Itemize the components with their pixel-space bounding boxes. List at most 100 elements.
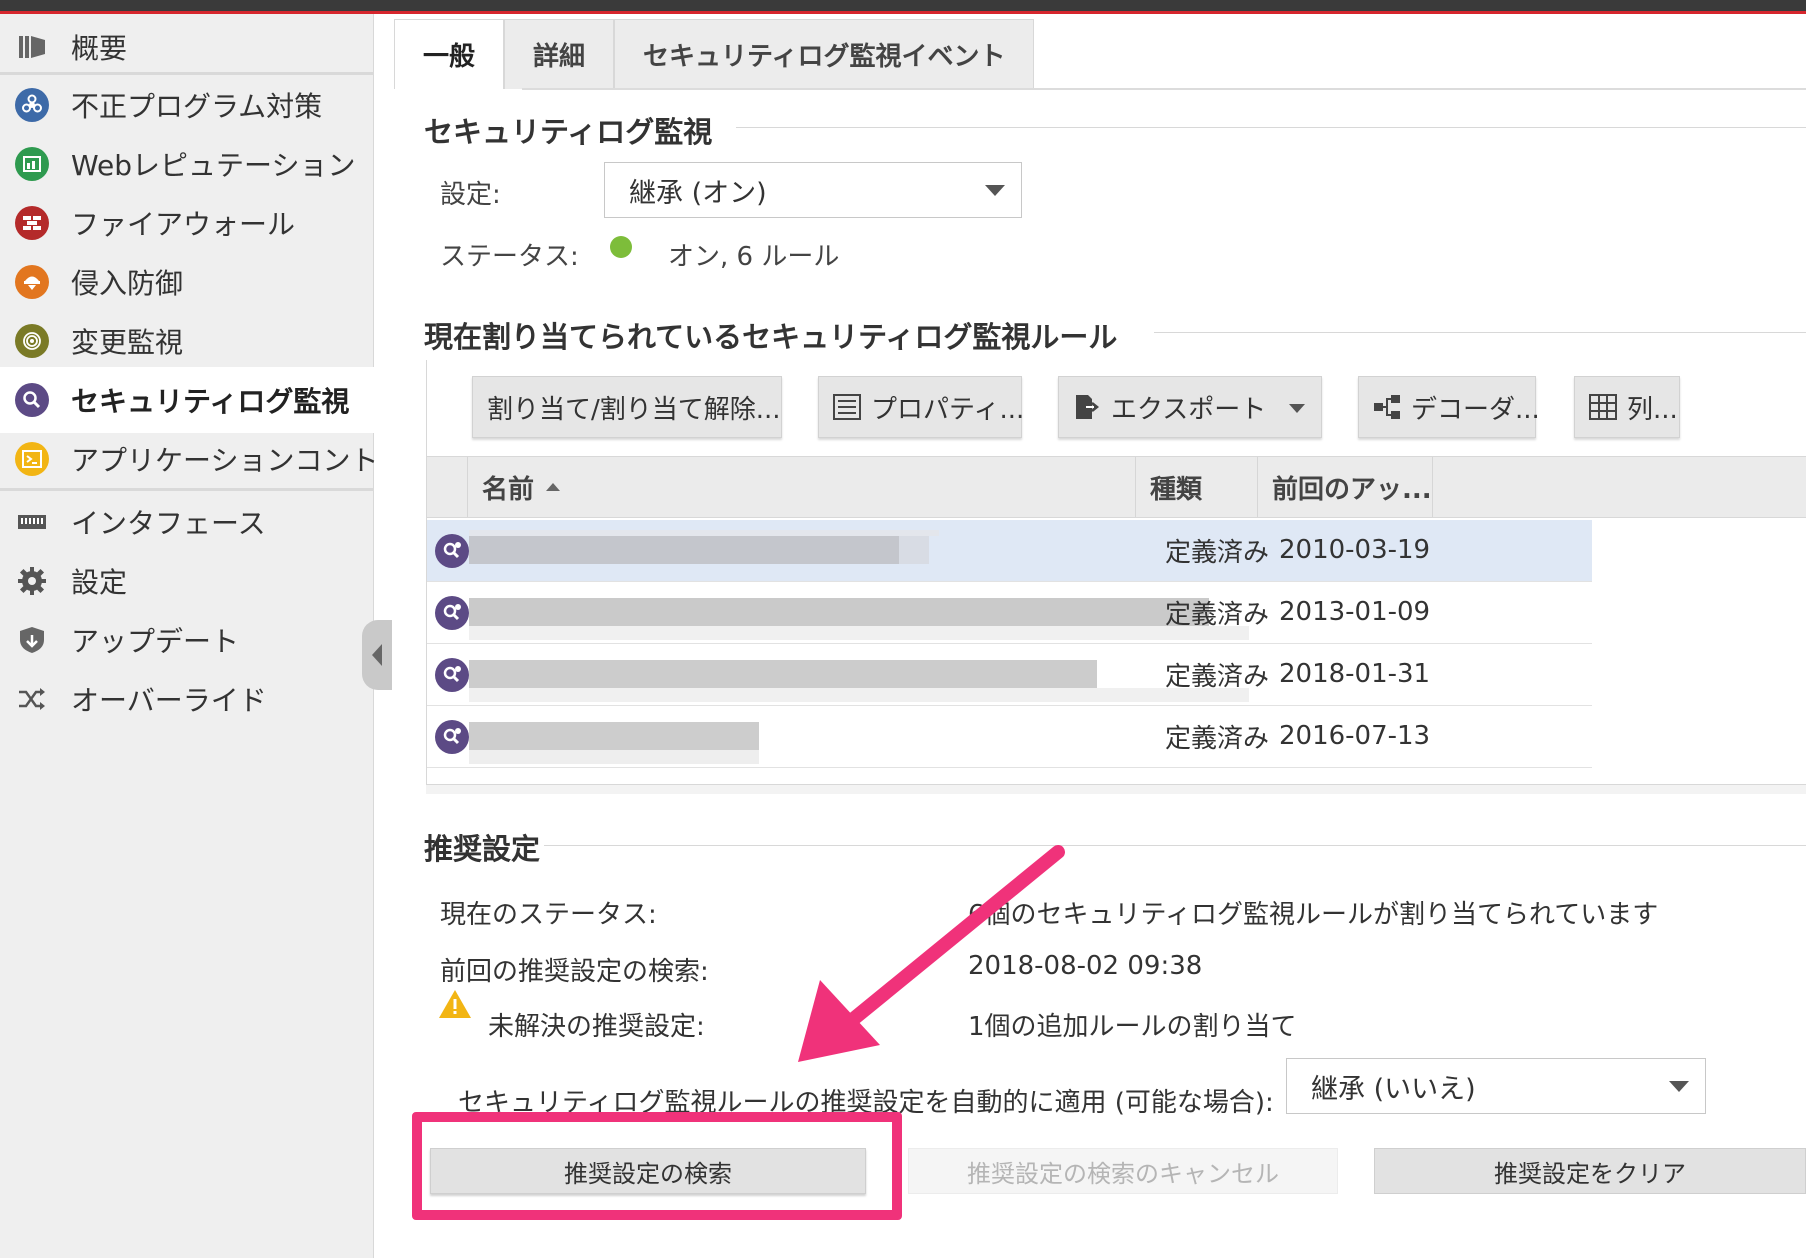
sidebar-item-integrity-monitoring[interactable]: 変更監視 (0, 308, 374, 374)
export-button[interactable]: エクスポート (1058, 376, 1322, 438)
rule-last-update: 2018-01-31 (1279, 659, 1431, 689)
export-label: エクスポート (1111, 394, 1267, 425)
annotation-highlight-box (412, 1112, 902, 1220)
current-status-value: 6個のセキュリティログ監視ルールが割り当てられています (968, 900, 1659, 930)
divider (544, 845, 1806, 846)
assign-unassign-label: 割り当て/割り当て解除... (487, 394, 781, 425)
web-reputation-icon (15, 147, 49, 181)
column-header-label: 種類 (1150, 474, 1203, 505)
clear-recommendations-button[interactable]: 推奨設定をクリア (1374, 1148, 1806, 1194)
status-label: ステータス: (440, 242, 579, 272)
redacted-rule-name (469, 644, 1269, 704)
rule-type: 定義済み (1165, 723, 1270, 754)
table-row[interactable]: 定義済み 2018-01-31 (427, 644, 1592, 706)
rules-table-header: 名前 種類 前回のアッ... (427, 456, 1806, 518)
rule-last-update: 2013-01-09 (1279, 597, 1431, 627)
rule-icon (435, 596, 469, 630)
sidebar-item-label: アプリケーションコント (71, 444, 379, 477)
decoders-label: デコーダ... (1411, 394, 1540, 425)
rule-icon (435, 534, 469, 568)
redacted-rule-name (469, 582, 1269, 642)
columns-button[interactable]: 列... (1574, 376, 1680, 438)
sidebar-item-updates[interactable]: アップデート (0, 607, 374, 673)
sidebar-item-overview[interactable]: 概要 (0, 14, 374, 80)
section-title-log-inspection: セキュリティログ監視 (424, 115, 713, 149)
intrusion-prevention-icon (15, 265, 49, 299)
column-header-name[interactable]: 名前 (467, 457, 1135, 517)
tab-bar: 一般 詳細 セキュリティログ監視イベント (394, 19, 1035, 89)
tab-details[interactable]: 詳細 (504, 19, 615, 89)
table-row[interactable]: 定義済み 2013-01-09 (427, 582, 1592, 644)
interface-icon (15, 505, 49, 539)
sidebar-item-application-control[interactable]: アプリケーションコント (0, 426, 378, 492)
warning-icon (439, 990, 471, 1018)
unresolved-label: 未解決の推奨設定: (488, 1012, 705, 1042)
status-indicator-icon (610, 236, 632, 258)
auto-apply-select-value: 継承 (いいえ) (1311, 1073, 1476, 1105)
auto-apply-select[interactable]: 継承 (いいえ) (1286, 1058, 1706, 1114)
column-header-type[interactable]: 種類 (1135, 457, 1257, 517)
firewall-icon (15, 206, 49, 240)
assign-unassign-button[interactable]: 割り当て/割り当て解除... (472, 376, 782, 438)
decoders-button[interactable]: デコーダ... (1358, 376, 1540, 438)
list-icon (833, 393, 861, 421)
rule-icon (435, 720, 469, 754)
sidebar-item-label: ファイアウォール (71, 208, 296, 241)
divider (736, 127, 1806, 128)
export-icon (1073, 393, 1101, 421)
redacted-rule-name (469, 706, 1269, 766)
sidebar-item-overrides[interactable]: オーバーライド (0, 666, 374, 732)
sidebar-item-intrusion-prevention[interactable]: 侵入防御 (0, 249, 374, 315)
sidebar-item-label: 概要 (71, 32, 128, 65)
rules-panel-footer (426, 784, 1806, 794)
section-title-assigned-rules: 現在割り当てられているセキュリティログ監視ルール (424, 320, 1118, 354)
annotation-arrow-icon (798, 845, 1065, 1062)
sidebar: 概要 不正プログラム対策 Webレピュテーション ファイアウォール 侵入防御 変… (0, 14, 378, 1258)
properties-button[interactable]: プロパティ... (818, 376, 1025, 438)
properties-label: プロパティ... (871, 394, 1025, 425)
biohazard-icon (15, 88, 49, 122)
table-row[interactable]: 定義済み 2010-03-19 (427, 520, 1592, 582)
setting-label: 設定: (440, 180, 501, 210)
rule-type: 定義済み (1165, 537, 1270, 568)
terminal-icon (15, 442, 49, 476)
sidebar-item-settings[interactable]: 設定 (0, 548, 374, 614)
sidebar-item-label: インタフェース (71, 507, 266, 540)
sidebar-collapse-handle[interactable] (362, 620, 392, 690)
table-row[interactable]: 定義済み 2016-07-13 (427, 706, 1592, 768)
sidebar-item-label: 不正プログラム対策 (71, 90, 323, 123)
cancel-scan-button[interactable]: 推奨設定の検索のキャンセル (908, 1148, 1338, 1194)
columns-grid-icon (1589, 393, 1617, 421)
chevron-left-icon (372, 644, 382, 666)
column-header-last-update[interactable]: 前回のアッ... (1257, 457, 1433, 517)
column-header-label: 名前 (482, 474, 535, 505)
sidebar-item-log-inspection[interactable]: セキュリティログ監視 (0, 367, 374, 433)
tab-log-events[interactable]: セキュリティログ監視イベント (614, 19, 1035, 89)
sidebar-item-firewall[interactable]: ファイアウォール (0, 190, 374, 256)
update-shield-icon (15, 623, 49, 657)
current-status-label: 現在のステータス: (440, 900, 657, 930)
rule-last-update: 2016-07-13 (1279, 721, 1431, 751)
sidebar-item-label: Webレピュテーション (71, 149, 356, 182)
sidebar-item-label: オーバーライド (71, 684, 267, 717)
divider (1154, 332, 1806, 333)
sidebar-item-label: 侵入防御 (71, 267, 184, 300)
setting-select-value: 継承 (オン) (629, 177, 767, 209)
redacted-rule-name (469, 520, 1269, 580)
sidebar-item-anti-malware[interactable]: 不正プログラム対策 (0, 72, 374, 138)
columns-label: 列... (1627, 394, 1678, 425)
chevron-down-icon (1669, 1081, 1689, 1092)
rule-type: 定義済み (1165, 661, 1270, 692)
rule-last-update: 2010-03-19 (1279, 535, 1431, 565)
dashboard-icon (15, 30, 49, 64)
sidebar-item-interfaces[interactable]: インタフェース (0, 489, 374, 555)
fingerprint-icon (15, 324, 49, 358)
top-bar (0, 0, 1806, 14)
tab-general[interactable]: 一般 (394, 19, 505, 89)
rule-type: 定義済み (1165, 599, 1270, 630)
chevron-down-icon (985, 185, 1005, 196)
sidebar-item-label: アップデート (71, 625, 240, 658)
setting-select[interactable]: 継承 (オン) (604, 162, 1022, 218)
chevron-down-icon (1289, 404, 1305, 413)
sidebar-item-web-reputation[interactable]: Webレピュテーション (0, 131, 374, 197)
